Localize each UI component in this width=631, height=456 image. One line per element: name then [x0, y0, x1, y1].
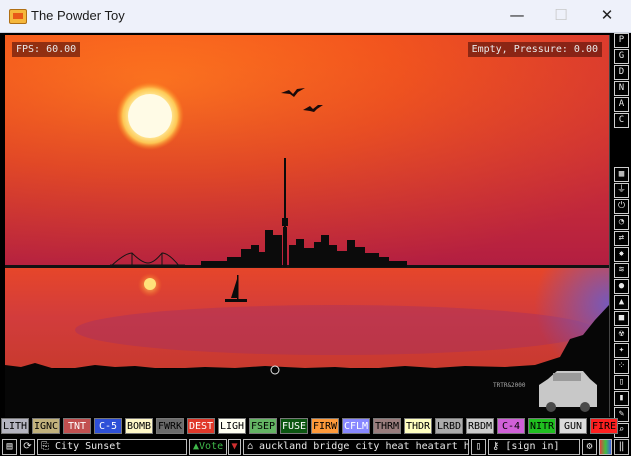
element-thdr[interactable]: THDR [404, 418, 432, 434]
reload-icon[interactable]: ⟳ [20, 439, 35, 455]
force-icon[interactable]: ⇄ [614, 231, 629, 246]
pause-button[interactable]: P [614, 33, 629, 48]
sensor-icon[interactable]: ◔ [614, 215, 629, 230]
element-c4[interactable]: C-4 [497, 418, 525, 434]
element-lrbd[interactable]: LRBD [435, 418, 463, 434]
bottom-bar: ▤ ⟳ ⎘ City Sunset ▲Vote ▼ ⌂ auckland bri… [0, 438, 631, 456]
display-mode-icon[interactable] [599, 439, 612, 455]
element-nitr[interactable]: NITR [528, 418, 556, 434]
special-icon[interactable]: ✦ [614, 343, 629, 358]
new-save-icon[interactable]: ▯ [471, 439, 486, 455]
pause-icon[interactable]: ‖ [614, 439, 629, 455]
element-fuse[interactable]: FUSE [280, 418, 308, 434]
gas-icon[interactable]: ≋ [614, 263, 629, 278]
element-fire[interactable]: FIRE [590, 418, 618, 434]
sign-in-button[interactable]: ⚷ [sign in] [488, 439, 580, 455]
user-icon: ⚷ [492, 441, 506, 452]
newtonian-button[interactable]: N [614, 81, 629, 96]
sign-label: TRTR&2000 [493, 382, 526, 389]
element-bomb[interactable]: BOMB [125, 418, 153, 434]
element-thrm[interactable]: THRM [373, 418, 401, 434]
power-icon[interactable]: ⏻ [614, 199, 629, 214]
save-name: City Sunset [55, 441, 122, 452]
maximize-button[interactable]: ☐ [539, 3, 583, 29]
deco-button[interactable]: D [614, 65, 629, 80]
status-readout: Empty, Pressure: 0.00 [467, 42, 602, 57]
save-icon: ⎘ [41, 441, 56, 452]
tags-field[interactable]: ⌂ auckland bridge city heat heatart heat… [243, 439, 469, 455]
life-icon[interactable]: ⁘ [614, 359, 629, 374]
electronics-icon[interactable]: ⏚ [614, 183, 629, 198]
open-icon[interactable]: ▤ [2, 439, 17, 455]
sunset-scene: TRTR&2000 [5, 35, 609, 417]
tools-icon[interactable]: ▯ [614, 375, 629, 390]
gravity-button[interactable]: G [614, 49, 629, 64]
radioactive-icon[interactable]: ☢ [614, 327, 629, 342]
element-fsep[interactable]: FSEP [249, 418, 277, 434]
liquid-icon[interactable]: ● [614, 279, 629, 294]
window-title: The Powder Toy [31, 8, 125, 23]
element-c5[interactable]: C-5 [94, 418, 122, 434]
vote-label: Vote [199, 441, 224, 452]
powder-icon[interactable]: ▲ [614, 295, 629, 310]
wall-icon[interactable]: ▦ [614, 167, 629, 182]
element-dest[interactable]: DEST [187, 418, 215, 434]
tag-icon: ⌂ [247, 441, 260, 452]
solid-icon[interactable]: ■ [614, 311, 629, 326]
element-tnt[interactable]: TNT [63, 418, 91, 434]
favorites-icon[interactable]: ▮ [614, 391, 629, 406]
element-lith[interactable]: LITH [1, 418, 29, 434]
element-rbdm[interactable]: RBDM [466, 418, 494, 434]
element-gun[interactable]: GUN [559, 418, 587, 434]
element-strip: LITH IGNC TNT C-5 BOMB FWRK DEST LIGH FSEP FUSE FI… [0, 418, 618, 437]
sign-in-label: [sign in] [505, 441, 560, 452]
element-ignc[interactable]: IGNC [32, 418, 60, 434]
right-menu: P G D N A C ▦ ⏚ ⏻ ◔ ⇄ ✸ ≋ ● ▲ ■ ☢ ✦ ⁘ ▯ … [612, 33, 631, 440]
simulation-canvas[interactable]: TRTR&2000 FPS: 60.00 Empty, Pressure: 0.… [5, 35, 610, 417]
minimize-button[interactable]: — [495, 3, 539, 29]
save-name-field[interactable]: ⎘ City Sunset [37, 439, 187, 455]
element-fwrk[interactable]: FWRK [156, 418, 184, 434]
explosive-icon[interactable]: ✸ [614, 247, 629, 262]
vote-up-button[interactable]: ▲Vote [189, 439, 227, 455]
element-firw[interactable]: FIRW [311, 418, 339, 434]
console-button[interactable]: C [614, 113, 629, 128]
ambient-button[interactable]: A [614, 97, 629, 112]
fps-readout: FPS: 60.00 [12, 42, 81, 57]
options-icon[interactable]: ⚙ [582, 439, 597, 455]
close-button[interactable]: ✕ [585, 3, 629, 29]
vote-down-button[interactable]: ▼ [228, 439, 241, 455]
element-ligh[interactable]: LIGH [218, 418, 246, 434]
element-cflm[interactable]: CFLM [342, 418, 370, 434]
tags-text: auckland bridge city heat heatart heatgr… [259, 441, 468, 452]
app-icon [9, 9, 27, 24]
window-titlebar: The Powder Toy — ☐ ✕ [0, 0, 631, 33]
